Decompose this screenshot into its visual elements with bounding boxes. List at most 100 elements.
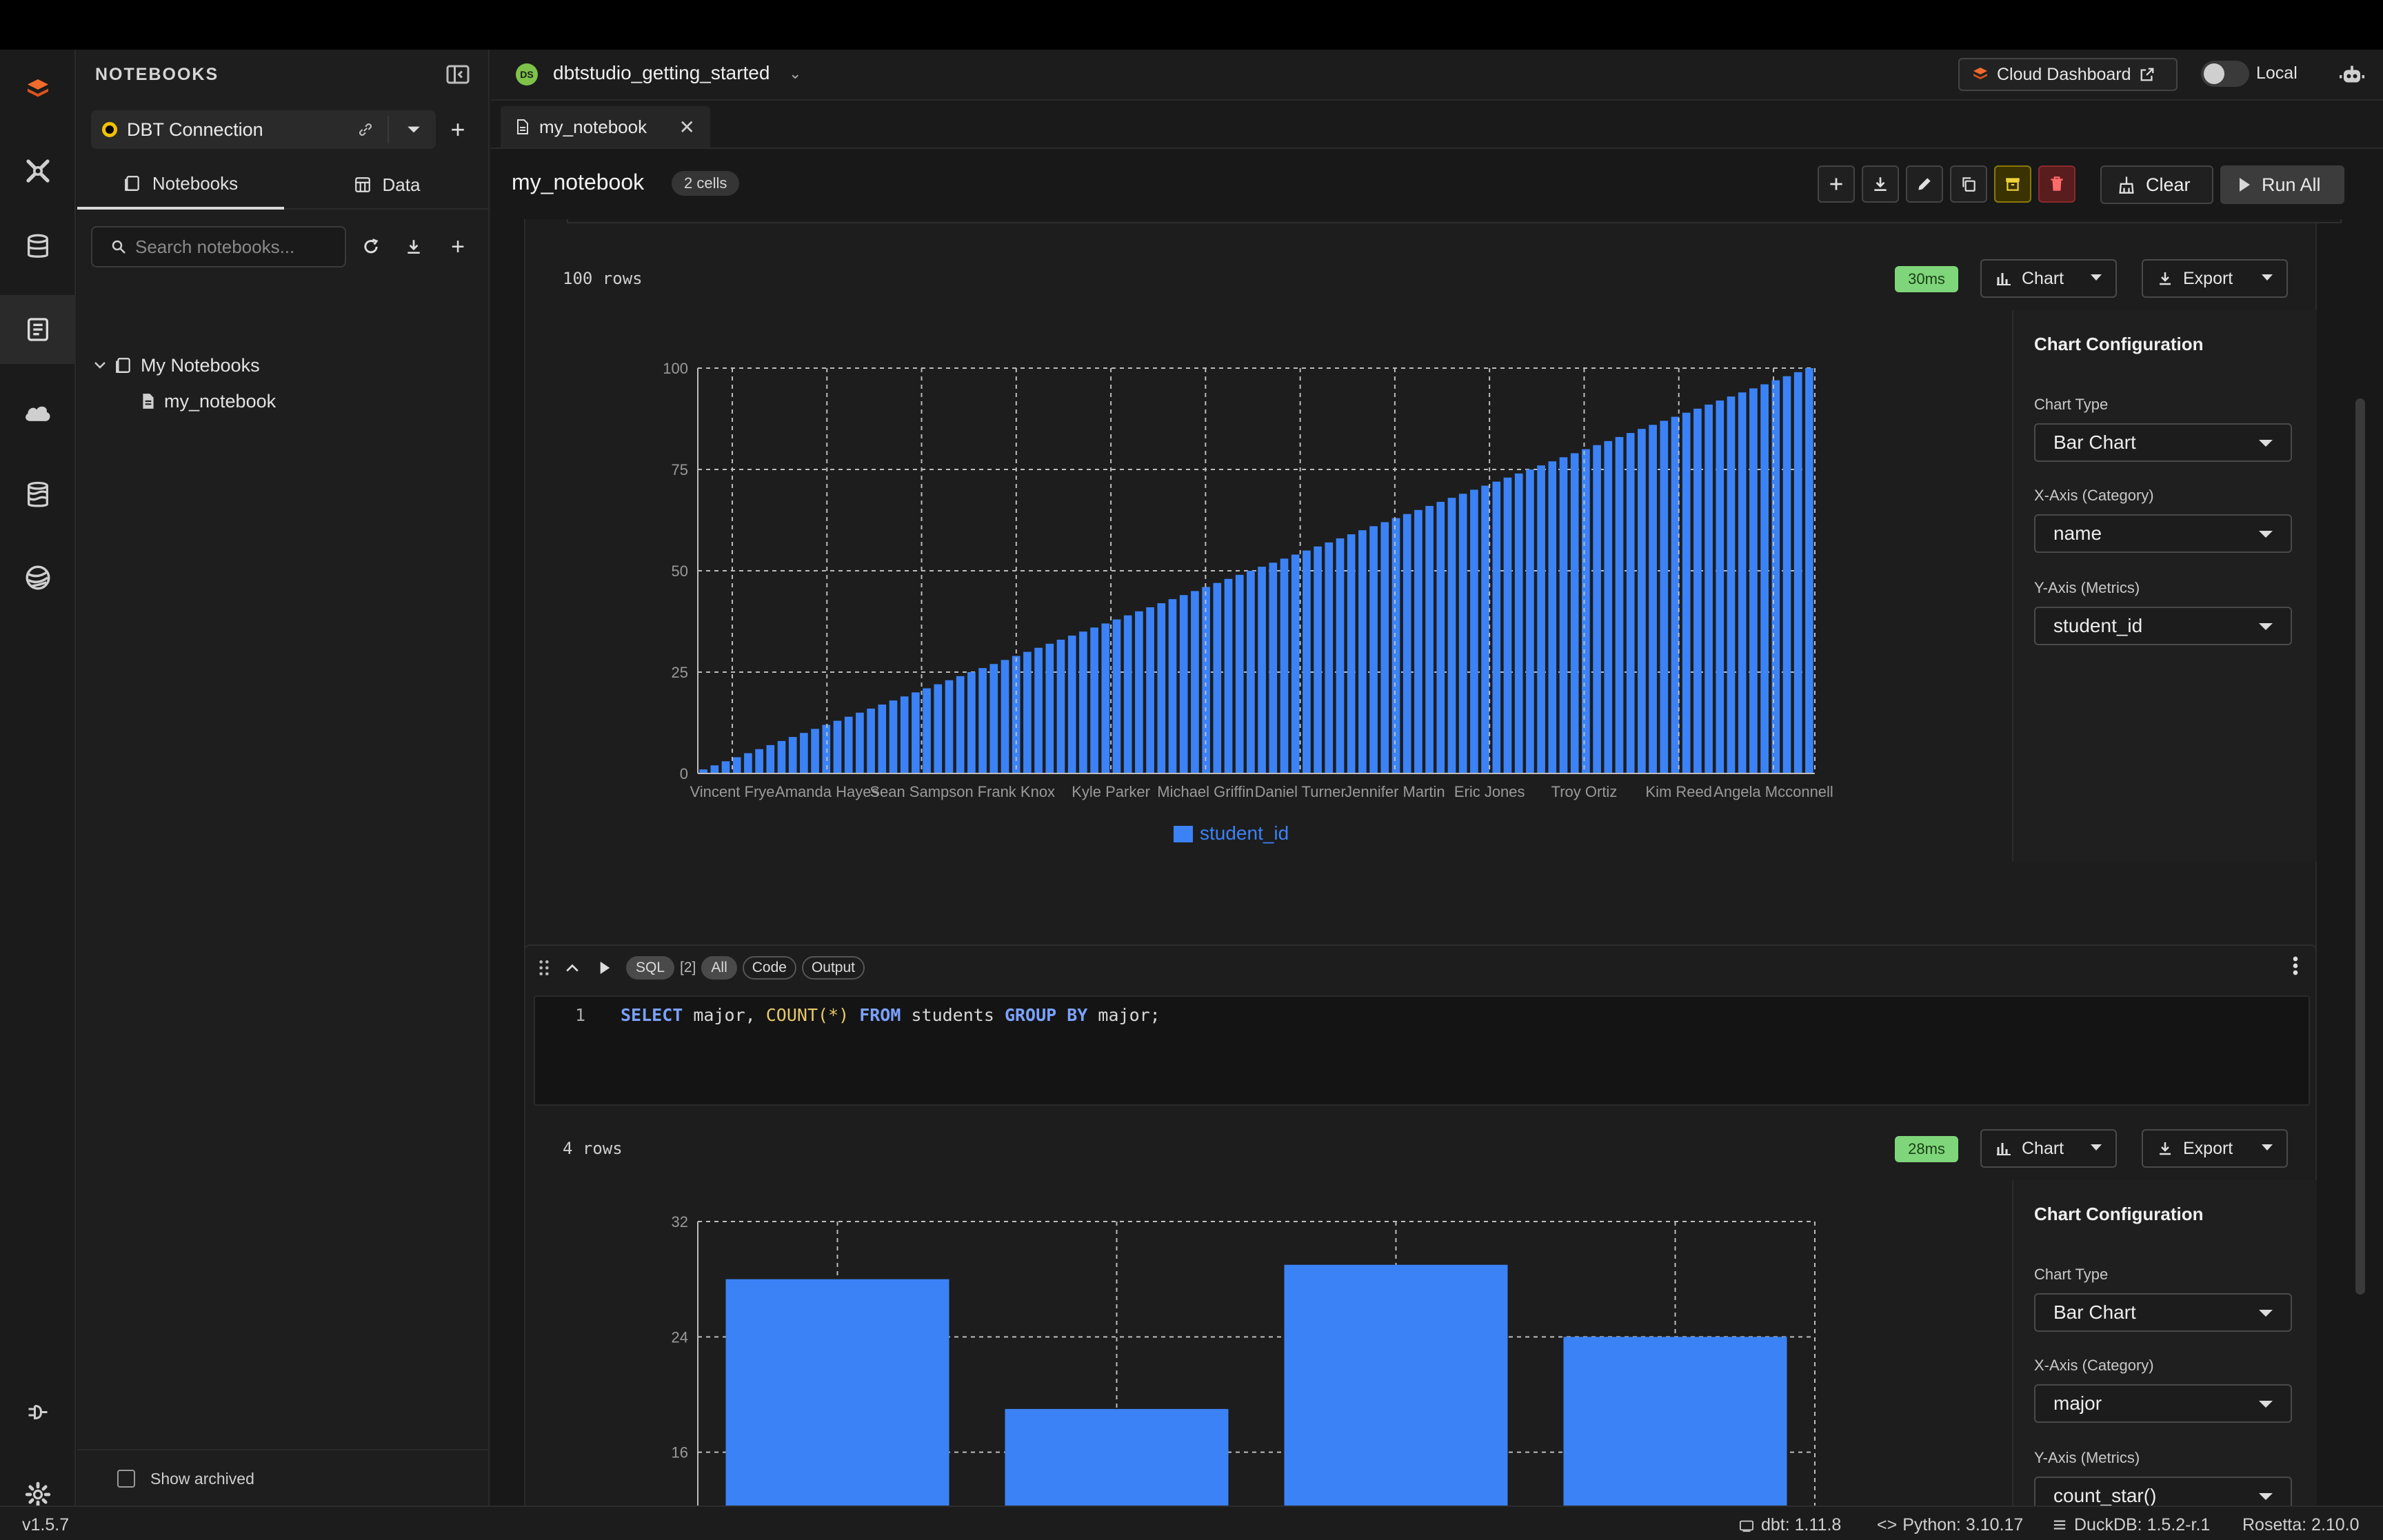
connection-dropdown-icon[interactable] bbox=[401, 117, 426, 142]
bar bbox=[1402, 514, 1411, 773]
x-axis-value: name bbox=[2053, 523, 2102, 544]
download-icon bbox=[2160, 272, 2171, 285]
clear-outputs-button[interactable]: Clear bbox=[2100, 165, 2213, 204]
run-all-button[interactable]: Run All bbox=[2220, 165, 2344, 204]
collapse-sidebar-icon[interactable] bbox=[443, 61, 473, 88]
bar-chart-icon bbox=[1997, 1143, 2011, 1155]
edit-button[interactable] bbox=[1906, 165, 1943, 203]
bar bbox=[811, 729, 819, 773]
archive-icon bbox=[2006, 178, 2020, 191]
bar bbox=[710, 765, 719, 773]
show-archived-checkbox[interactable] bbox=[117, 1470, 135, 1488]
file-tab-my-notebook[interactable]: my_notebook ✕ bbox=[501, 106, 710, 148]
vertical-scrollbar[interactable] bbox=[2355, 398, 2365, 1295]
x-axis-label: X-Axis (Category) bbox=[2034, 1357, 2154, 1374]
chart-type-select[interactable]: Bar Chart bbox=[2034, 1293, 2292, 1332]
chart-type-select[interactable]: Bar Chart bbox=[2034, 423, 2292, 462]
x-axis-select[interactable]: name bbox=[2034, 514, 2292, 553]
cell-2-more-menu-icon[interactable] bbox=[2292, 955, 2306, 980]
bar bbox=[1526, 469, 1534, 773]
cloud-icon[interactable] bbox=[0, 378, 76, 447]
clear-label: Clear bbox=[2146, 174, 2191, 195]
bar bbox=[1548, 461, 1557, 773]
cell-1-chart-view-button[interactable]: Chart bbox=[1980, 259, 2117, 298]
dbt-icon[interactable] bbox=[0, 136, 76, 205]
bar bbox=[1034, 647, 1043, 773]
globe-icon[interactable] bbox=[0, 543, 76, 612]
view-output-pill[interactable]: Output bbox=[801, 956, 865, 980]
project-chevron-down-icon[interactable]: ⌄ bbox=[789, 65, 801, 83]
y-tick-label: 16 bbox=[672, 1444, 688, 1461]
cell-language-pill[interactable]: SQL bbox=[626, 956, 675, 980]
cell-2-sql-editor[interactable]: 1 SELECT major, COUNT(*) FROM students G… bbox=[534, 995, 2310, 1106]
cell-1-exec-time-badge: 30ms bbox=[1895, 266, 1958, 292]
tab-notebooks-label: Notebooks bbox=[152, 172, 239, 194]
y-axis-value: student_id bbox=[2053, 615, 2143, 636]
view-all-pill[interactable]: All bbox=[701, 956, 737, 980]
y-axis-select[interactable]: student_id bbox=[2034, 607, 2292, 645]
status-bar: v1.5.7 dbt: 1.11.8 <> Python: 3.10.17 Du… bbox=[0, 1506, 2383, 1540]
datalake-icon[interactable] bbox=[0, 460, 76, 529]
download-button[interactable] bbox=[1862, 165, 1899, 203]
y-tick-label: 75 bbox=[672, 461, 688, 478]
y-axis-select[interactable]: count_star() bbox=[2034, 1477, 2292, 1506]
add-cell-button[interactable] bbox=[1818, 165, 1855, 203]
refresh-icon[interactable] bbox=[356, 230, 386, 263]
bar bbox=[1805, 368, 1813, 773]
code-line-1: SELECT major, COUNT(*) FROM students GRO… bbox=[621, 1005, 1160, 1025]
x-axis-select[interactable]: major bbox=[2034, 1384, 2292, 1423]
search-input[interactable] bbox=[135, 236, 335, 258]
import-download-icon[interactable] bbox=[399, 230, 429, 263]
duplicate-button[interactable] bbox=[1950, 165, 1987, 203]
bar bbox=[1269, 563, 1278, 773]
y-tick-label: 32 bbox=[672, 1213, 688, 1230]
cell-1-export-button[interactable]: Export bbox=[2142, 259, 2288, 298]
new-notebook-plus-icon[interactable]: + bbox=[443, 230, 473, 263]
tree-folder-my-notebooks[interactable]: My Notebooks bbox=[94, 352, 260, 379]
main-area: DS dbtstudio_getting_started ⌄ Cloud Das… bbox=[491, 50, 2383, 1506]
tab-notebooks[interactable]: Notebooks bbox=[77, 160, 284, 210]
assistant-robot-icon[interactable] bbox=[2336, 59, 2368, 91]
bar bbox=[1760, 384, 1769, 773]
bar bbox=[1112, 619, 1121, 773]
add-connection-button[interactable]: + bbox=[443, 114, 473, 145]
tree-folder-label: My Notebooks bbox=[141, 354, 260, 376]
download-icon bbox=[1874, 177, 1887, 192]
bar bbox=[956, 676, 965, 773]
bar bbox=[1079, 631, 1087, 773]
view-code-pill[interactable]: Code bbox=[742, 956, 796, 980]
tab-data[interactable]: Data bbox=[284, 160, 490, 210]
search-box[interactable] bbox=[91, 226, 346, 267]
bar bbox=[923, 688, 931, 773]
play-icon bbox=[2240, 178, 2250, 192]
run-cell-play-icon bbox=[600, 962, 610, 974]
connection-selector[interactable]: DBT Connection bbox=[91, 110, 436, 149]
dbt-status-icon bbox=[1740, 1520, 1753, 1532]
link-icon[interactable] bbox=[353, 117, 378, 142]
cell-2-exec-time-badge: 28ms bbox=[1895, 1136, 1958, 1162]
archive-button[interactable] bbox=[1994, 165, 2031, 203]
bar bbox=[1179, 595, 1188, 773]
logo-icon[interactable] bbox=[0, 55, 76, 124]
x-tick-label: Sean Sampson bbox=[869, 783, 973, 800]
bar bbox=[1258, 567, 1266, 773]
cell-1: 100 rows 30ms Chart Export 0 25 50 75 100 Vin… bbox=[524, 219, 2342, 961]
cell-2-export-button[interactable]: Export bbox=[2142, 1129, 2288, 1168]
cloud-dashboard-button[interactable]: Cloud Dashboard bbox=[1958, 58, 2178, 91]
cell-2-row-count: 4 rows bbox=[563, 1139, 623, 1158]
cell-2-chart-view-button[interactable]: Chart bbox=[1980, 1129, 2117, 1168]
cell-1-export-label: Export bbox=[2183, 268, 2233, 288]
close-tab-icon[interactable]: ✕ bbox=[679, 116, 695, 139]
cell-2-bar-chart: 8162432 bbox=[672, 1213, 1816, 1506]
tree-item-my-notebook[interactable]: my_notebook bbox=[141, 387, 276, 415]
delete-button[interactable] bbox=[2038, 165, 2075, 203]
bar bbox=[889, 700, 898, 773]
notebooks-icon[interactable] bbox=[0, 295, 76, 364]
cells-scroll-area[interactable]: 100 rows 30ms Chart Export 0 25 50 75 100 Vin… bbox=[491, 219, 2383, 1506]
bar bbox=[1738, 392, 1747, 773]
bar bbox=[1436, 502, 1445, 773]
plug-icon[interactable] bbox=[0, 1379, 76, 1448]
database-icon[interactable] bbox=[0, 212, 76, 281]
mode-toggle[interactable] bbox=[2201, 61, 2249, 87]
project-name[interactable]: dbtstudio_getting_started bbox=[553, 62, 770, 84]
